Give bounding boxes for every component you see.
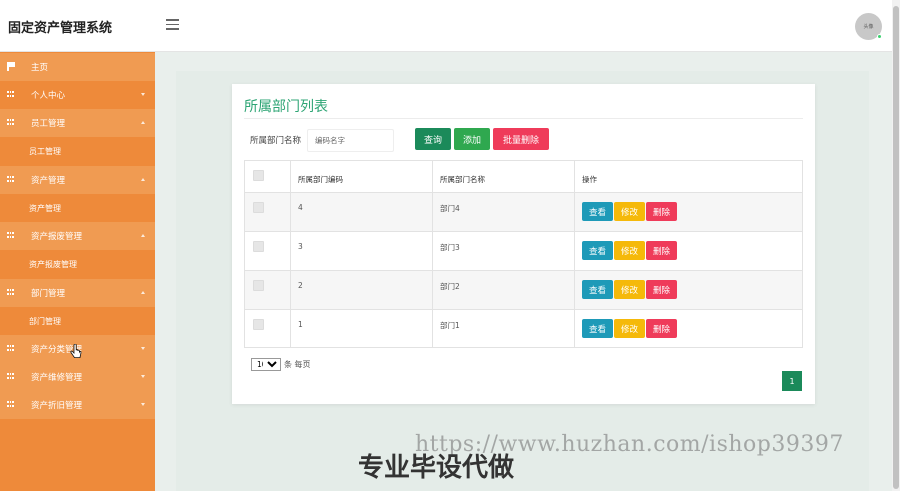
watermark-slogan: 专业毕设代做 — [358, 453, 515, 483]
row-checkbox[interactable] — [253, 241, 264, 252]
search-label: 所属部门名称 — [250, 136, 302, 146]
add-button[interactable]: 添加 — [454, 128, 490, 150]
table-row: 2 部门2 查看 修改 删除 — [245, 271, 802, 310]
sidebar-item-label: 主页 — [31, 63, 49, 73]
sidebar-subitem-asset-scrap-management[interactable]: 资产报废管理 — [0, 250, 155, 278]
sidebar-item-asset-management[interactable]: 资产管理 — [0, 166, 155, 194]
sidebar: 主页 个人中心 员工管理 员工管理 资产管理 资产管理 资产报废管理 资产报废管… — [0, 52, 155, 491]
table-row: 4 部门4 查看 修改 删除 — [245, 193, 802, 232]
chevron-down-icon — [141, 347, 145, 350]
hand-cursor-icon — [70, 344, 82, 358]
cell-name: 部门1 — [440, 321, 460, 330]
sidebar-subitem-department-management[interactable]: 部门管理 — [0, 307, 155, 335]
cell-name: 部门4 — [440, 204, 460, 213]
menu-toggle-icon[interactable] — [166, 19, 179, 30]
top-header — [0, 0, 892, 52]
cell-code: 2 — [298, 281, 303, 290]
view-button[interactable]: 查看 — [582, 280, 613, 299]
online-status-dot — [877, 34, 882, 39]
delete-button[interactable]: 删除 — [646, 241, 677, 260]
table-header: 所属部门编码 所属部门名称 操作 — [245, 161, 802, 193]
edit-button[interactable]: 修改 — [614, 280, 645, 299]
query-button[interactable]: 查询 — [415, 128, 451, 150]
sidebar-item-label: 部门管理 — [31, 289, 66, 299]
flag-icon — [7, 62, 15, 71]
edit-button[interactable]: 修改 — [614, 241, 645, 260]
grid-icon — [7, 373, 14, 379]
sidebar-subitem-asset-management[interactable]: 资产管理 — [0, 194, 155, 222]
cell-code: 3 — [298, 242, 303, 251]
column-header-name: 所属部门名称 — [440, 175, 485, 184]
grid-icon — [7, 401, 14, 407]
chevron-up-icon — [141, 234, 145, 237]
sidebar-subitem-employee-management[interactable]: 员工管理 — [0, 137, 155, 165]
sidebar-item-label: 员工管理 — [31, 119, 66, 129]
edit-button[interactable]: 修改 — [614, 202, 645, 221]
grid-icon — [7, 232, 14, 238]
grid-icon — [7, 119, 14, 125]
cell-code: 1 — [298, 320, 303, 329]
cell-name: 部门2 — [440, 282, 460, 291]
row-checkbox[interactable] — [253, 319, 264, 330]
edit-button[interactable]: 修改 — [614, 319, 645, 338]
delete-button[interactable]: 删除 — [646, 202, 677, 221]
search-input[interactable] — [307, 129, 394, 152]
grid-icon — [7, 176, 14, 182]
chevron-down-icon — [141, 93, 145, 96]
view-button[interactable]: 查看 — [582, 319, 613, 338]
sidebar-item-personal-center[interactable]: 个人中心 — [0, 81, 155, 109]
grid-icon — [7, 289, 14, 295]
column-header-actions: 操作 — [582, 175, 597, 184]
cell-code: 4 — [298, 203, 303, 212]
column-header-code: 所属部门编码 — [298, 175, 343, 184]
chevron-down-icon — [141, 375, 145, 378]
table-row: 1 部门1 查看 修改 删除 — [245, 310, 802, 349]
grid-icon — [7, 345, 14, 351]
batch-delete-button[interactable]: 批量删除 — [493, 128, 549, 150]
sidebar-item-employee-management[interactable]: 员工管理 — [0, 109, 155, 137]
sidebar-item-label: 资产折旧管理 — [31, 401, 83, 411]
per-page-label: 条 每页 — [284, 360, 311, 369]
sidebar-item-label: 资产报废管理 — [31, 232, 83, 242]
column-divider — [290, 161, 291, 347]
sidebar-item-label: 个人中心 — [31, 91, 66, 101]
chevron-down-icon — [141, 403, 145, 406]
sidebar-item-label: 资产维修管理 — [31, 373, 83, 383]
column-divider — [574, 161, 575, 347]
grid-icon — [7, 91, 14, 97]
sidebar-item-home[interactable]: 主页 — [0, 53, 155, 81]
department-table: 所属部门编码 所属部门名称 操作 4 部门4 查看 修改 删除 3 部门3 查看… — [244, 160, 803, 348]
sidebar-item-label: 资产管理 — [31, 176, 66, 186]
sidebar-item-asset-depreciation-management[interactable]: 资产折旧管理 — [0, 391, 155, 419]
page-number-button[interactable]: 1 — [782, 371, 802, 391]
page-size-select[interactable]: 10 — [251, 358, 281, 371]
cell-name: 部门3 — [440, 243, 460, 252]
page-title: 所属部门列表 — [244, 99, 328, 115]
chevron-up-icon — [141, 178, 145, 181]
divider — [244, 118, 803, 119]
select-all-checkbox[interactable] — [253, 170, 264, 181]
column-divider — [432, 161, 433, 347]
sidebar-item-asset-maintenance-management[interactable]: 资产维修管理 — [0, 363, 155, 391]
sidebar-item-asset-scrap-management[interactable]: 资产报废管理 — [0, 222, 155, 250]
row-checkbox[interactable] — [253, 202, 264, 213]
app-title: 固定资产管理系统 — [8, 21, 113, 36]
chevron-up-icon — [141, 121, 145, 124]
row-checkbox[interactable] — [253, 280, 264, 291]
sidebar-item-department-management[interactable]: 部门管理 — [0, 279, 155, 307]
delete-button[interactable]: 删除 — [646, 319, 677, 338]
view-button[interactable]: 查看 — [582, 202, 613, 221]
chevron-up-icon — [141, 291, 145, 294]
table-row: 3 部门3 查看 修改 删除 — [245, 232, 802, 271]
view-button[interactable]: 查看 — [582, 241, 613, 260]
scrollbar-thumb[interactable] — [893, 6, 899, 489]
delete-button[interactable]: 删除 — [646, 280, 677, 299]
